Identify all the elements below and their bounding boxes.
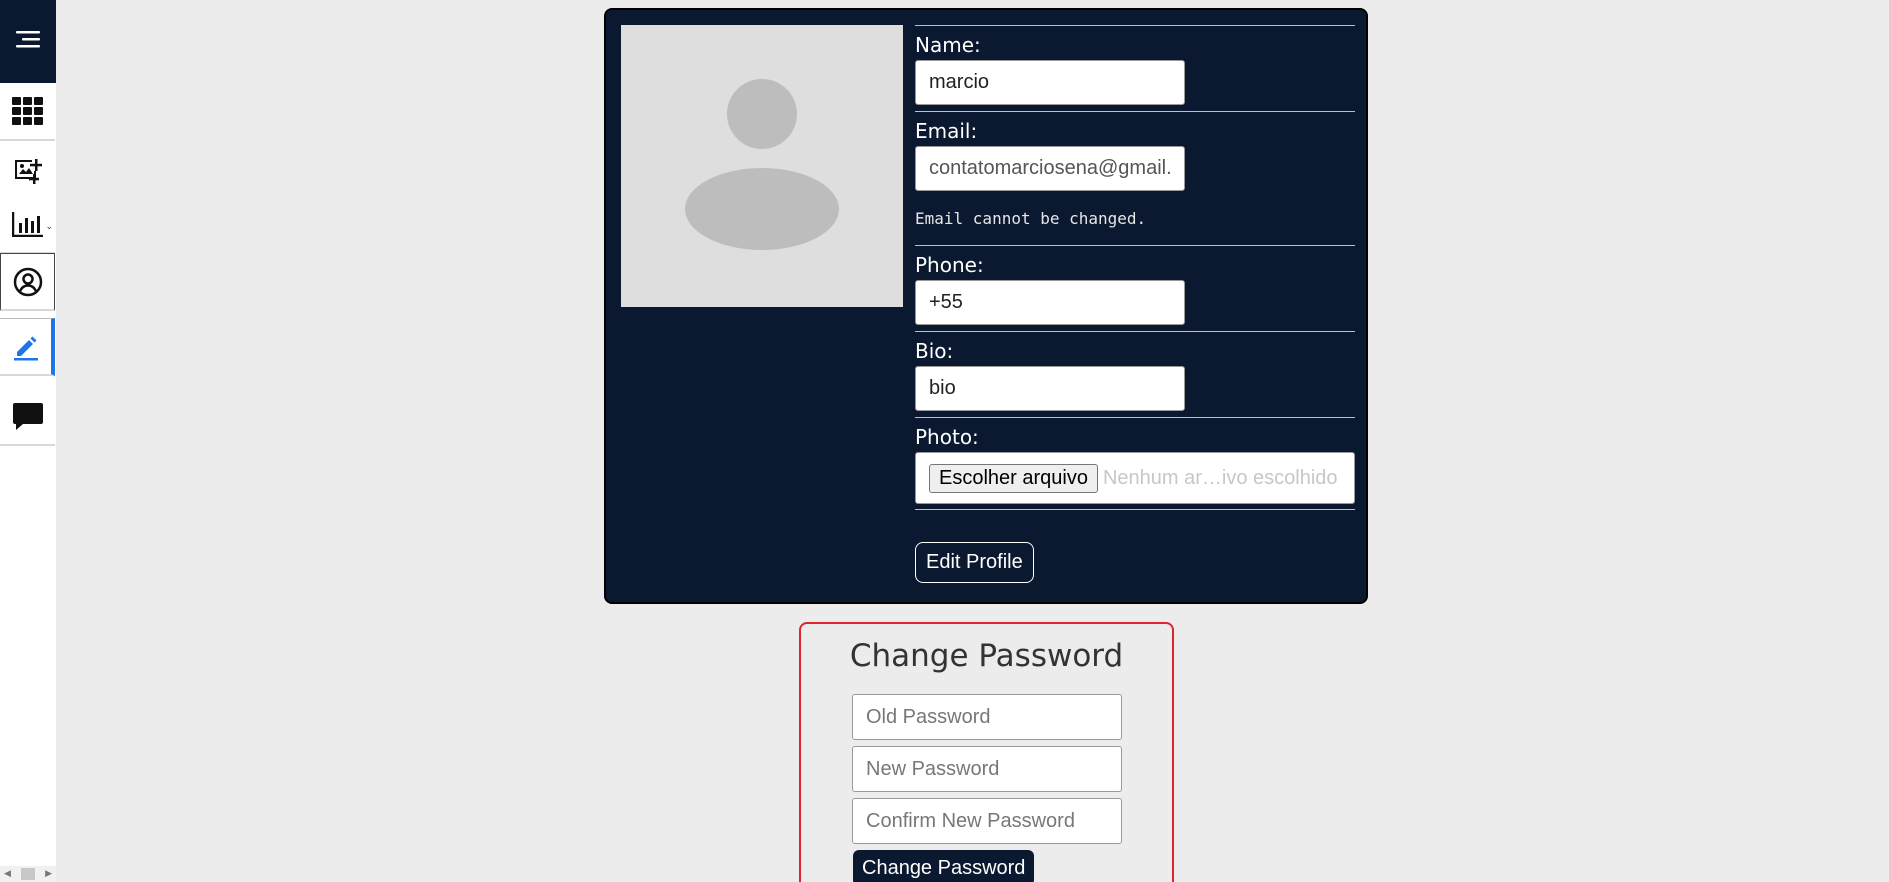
- sidebar: ⌄ ◀ ▶: [0, 0, 56, 882]
- phone-field[interactable]: [915, 280, 1185, 325]
- menu-icon: [16, 29, 40, 54]
- scroll-thumb[interactable]: [21, 868, 35, 880]
- email-row: Email: Email cannot be changed.: [915, 111, 1355, 245]
- sidebar-item-edit-profile[interactable]: [0, 318, 55, 376]
- name-row: Name:: [915, 25, 1355, 111]
- bio-label: Bio:: [915, 339, 954, 363]
- chat-icon: [12, 400, 44, 432]
- edit-profile-button[interactable]: Edit Profile: [915, 542, 1034, 583]
- bio-row: Bio:: [915, 331, 1355, 417]
- sidebar-item-add-image[interactable]: [0, 143, 55, 201]
- sidebar-item-statistics[interactable]: ⌄: [0, 196, 55, 254]
- sidebar-item-chat[interactable]: [0, 388, 55, 446]
- change-password-title: Change Password: [849, 638, 1124, 674]
- change-password-card: Change Password Change Password: [799, 622, 1174, 882]
- user-placeholder-icon: [685, 79, 839, 250]
- bar-chart-icon: [11, 211, 44, 237]
- photo-file-input[interactable]: Escolher arquivo Nenhum ar…ivo escolhido: [915, 452, 1355, 504]
- edit-icon: [11, 332, 41, 362]
- chevron-down-icon: ⌄: [45, 222, 53, 232]
- bio-field[interactable]: [915, 366, 1185, 411]
- name-field[interactable]: [915, 60, 1185, 105]
- phone-row: Phone:: [915, 245, 1355, 331]
- grid-icon: [11, 97, 44, 125]
- name-label: Name:: [915, 33, 981, 57]
- phone-label: Phone:: [915, 253, 984, 277]
- avatar: [621, 25, 903, 307]
- email-field[interactable]: [915, 146, 1185, 191]
- profile-form: Name: Email: Email cannot be changed. Ph…: [915, 25, 1355, 510]
- choose-file-button[interactable]: Escolher arquivo: [929, 463, 1098, 493]
- horizontal-scrollbar[interactable]: ◀ ▶: [0, 866, 56, 882]
- email-note: Email cannot be changed.: [915, 209, 1147, 228]
- user-circle-icon: [13, 267, 43, 297]
- confirm-password-field[interactable]: [852, 798, 1122, 844]
- change-password-button[interactable]: Change Password: [853, 850, 1035, 882]
- sidebar-item-dashboard[interactable]: [0, 83, 55, 141]
- new-password-field[interactable]: [852, 746, 1122, 792]
- add-image-icon: [13, 157, 43, 185]
- photo-row: Photo: Escolher arquivo Nenhum ar…ivo es…: [915, 417, 1355, 510]
- photo-label: Photo:: [915, 425, 979, 449]
- profile-card: Name: Email: Email cannot be changed. Ph…: [604, 8, 1368, 604]
- email-label: Email:: [915, 119, 978, 143]
- menu-toggle-button[interactable]: [0, 0, 56, 83]
- scroll-left-icon[interactable]: ◀: [4, 869, 11, 879]
- file-status: Nenhum ar…ivo escolhido: [1102, 466, 1338, 489]
- sidebar-item-profile[interactable]: [0, 253, 55, 311]
- scroll-right-icon[interactable]: ▶: [45, 869, 52, 879]
- old-password-field[interactable]: [852, 694, 1122, 740]
